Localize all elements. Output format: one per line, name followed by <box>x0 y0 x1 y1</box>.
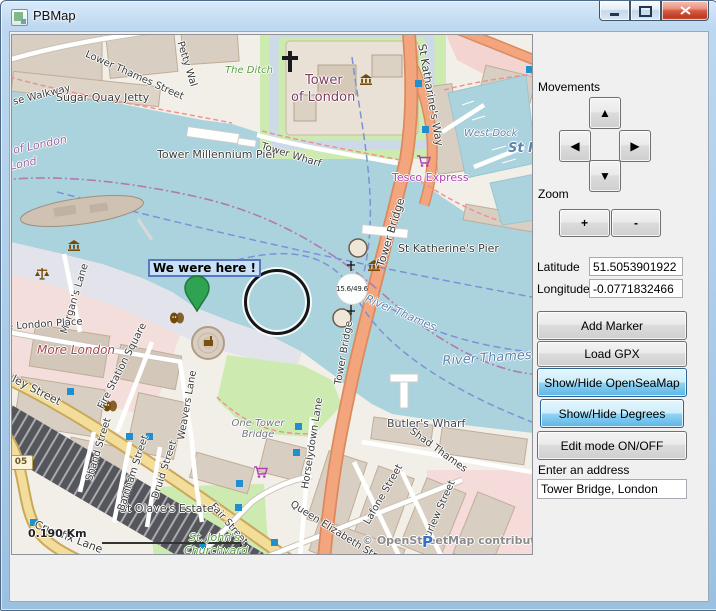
map-label-st-johns-churchyard-1: St. John's <box>189 532 240 544</box>
latitude-input[interactable] <box>589 257 683 276</box>
caption-buttons <box>599 1 709 21</box>
add-marker-button[interactable]: Add Marker <box>537 311 687 340</box>
move-right-button[interactable]: ▶ <box>619 130 651 162</box>
map-label-sugar-quay-jetty: Sugar Quay Jetty <box>56 92 149 104</box>
map-scale-label: 0.190 Km <box>28 528 87 540</box>
right-arrow-icon: ▶ <box>630 139 639 153</box>
close-icon <box>680 6 691 15</box>
map-label-more-london: More London <box>37 344 115 357</box>
map-label-tower-of-london-1: Tower <box>305 74 343 88</box>
move-down-button[interactable]: ▼ <box>589 160 621 192</box>
longitude-label: Longitude <box>537 282 590 296</box>
toggle-degrees-button[interactable]: Show/Hide Degrees <box>540 399 684 428</box>
map-label-one-tower-bridge: One Tower Bridge <box>228 418 288 440</box>
left-arrow-icon: ◀ <box>570 139 579 153</box>
longitude-input[interactable] <box>589 279 683 298</box>
movements-label: Movements <box>538 80 600 94</box>
move-left-button[interactable]: ◀ <box>559 130 591 162</box>
map-canvas[interactable]: se Walkway Lower Thames Street Petty Wal… <box>11 34 533 555</box>
map-marker-pin[interactable] <box>182 275 212 313</box>
map-label-st-katharine-docks: St Ka <box>508 142 533 156</box>
map-label-st-olaves-estate: St Olave's Estate <box>120 503 214 515</box>
app-window: PBMap <box>0 0 716 611</box>
route-shield: 05 <box>11 455 33 470</box>
minimize-icon <box>610 13 619 16</box>
map-attribution: © OpenStreetMap contributors <box>362 535 533 547</box>
maximize-icon <box>639 6 652 17</box>
latitude-label: Latitude <box>537 260 580 274</box>
map-label-the-ditch: The Ditch <box>225 65 273 76</box>
map-circle-overlay <box>244 269 310 335</box>
minimize-button[interactable] <box>599 1 630 21</box>
zoom-label: Zoom <box>538 187 569 201</box>
map-label-west-dock: West Dock <box>464 128 517 139</box>
close-button[interactable] <box>661 1 709 21</box>
address-label: Enter an address <box>538 463 629 477</box>
load-gpx-button[interactable]: Load GPX <box>537 341 687 367</box>
zoom-out-button[interactable]: - <box>611 209 661 237</box>
map-label-butlers-wharf: Butler's Wharf <box>387 418 465 430</box>
window-title: PBMap <box>33 8 76 23</box>
move-up-button[interactable]: ▲ <box>589 97 621 129</box>
map-label-st-katherines-pier: St Katherine's Pier <box>398 243 499 255</box>
seamark-depth-value: 15.6/49.6 <box>336 285 368 293</box>
map-label-tower-of-london-2: of London <box>291 91 355 105</box>
app-icon <box>11 9 28 26</box>
toggle-openseamap-button[interactable]: Show/Hide OpenSeaMap <box>537 368 687 397</box>
map-label-st-johns-churchyard-2: Churchyard <box>184 545 248 555</box>
scoop-amphitheatre <box>192 327 224 359</box>
maximize-button[interactable] <box>630 1 661 21</box>
parking-icon: P <box>422 533 433 551</box>
zoom-in-button[interactable]: + <box>559 209 610 237</box>
down-arrow-icon: ▼ <box>599 169 611 183</box>
map-label-tesco-express: Tesco Express <box>392 172 469 184</box>
seamark-depth-bubble: 15.6/49.6 <box>336 273 368 305</box>
address-input[interactable] <box>537 479 687 499</box>
titlebar[interactable]: PBMap <box>1 1 716 31</box>
edit-mode-button[interactable]: Edit mode ON/OFF <box>537 431 687 460</box>
up-arrow-icon: ▲ <box>599 106 611 120</box>
